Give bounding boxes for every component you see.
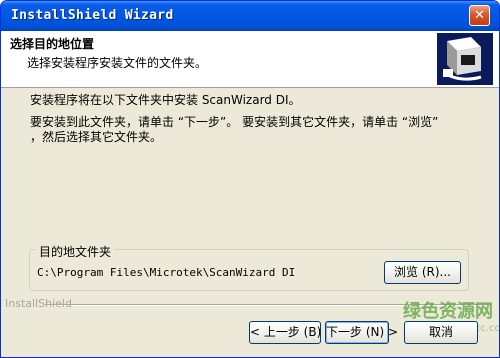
close-button[interactable]: ✕ [469,5,490,26]
title-bar[interactable]: InstallShield Wizard ✕ [1,1,499,31]
close-icon: ✕ [474,8,485,23]
wizard-header: 选择目的地位置 选择安装程序安装文件的文件夹。 [1,31,499,88]
back-button[interactable]: < 上一步 (B) [249,321,321,344]
destination-path: C:\Program Files\Microtek\ScanWizard DI [37,266,296,279]
watermark-logo: 绿色资源网 [403,301,493,322]
computer-install-icon [437,33,493,85]
cancel-button[interactable]: 取消 [404,321,478,344]
install-location-info: 安装程序将在以下文件夹中安装 ScanWizard DI。 [30,93,301,107]
page-subtitle: 选择安装程序安装文件的文件夹。 [27,56,208,70]
destination-folder-label: 目的地文件夹 [36,243,115,260]
window-title: InstallShield Wizard [11,8,174,23]
instruction-line-2: ，然后选择其它文件夹。 [30,130,163,144]
installshield-wizard-window: InstallShield Wizard ✕ 选择目的地位置 选择安装程序安装文… [0,0,500,358]
page-title: 选择目的地位置 [10,37,95,51]
browse-button[interactable]: 浏览 (R)... [384,261,461,284]
installshield-brand: InstallShield [5,297,72,310]
next-button[interactable]: 下一步 (N) > [325,321,398,344]
